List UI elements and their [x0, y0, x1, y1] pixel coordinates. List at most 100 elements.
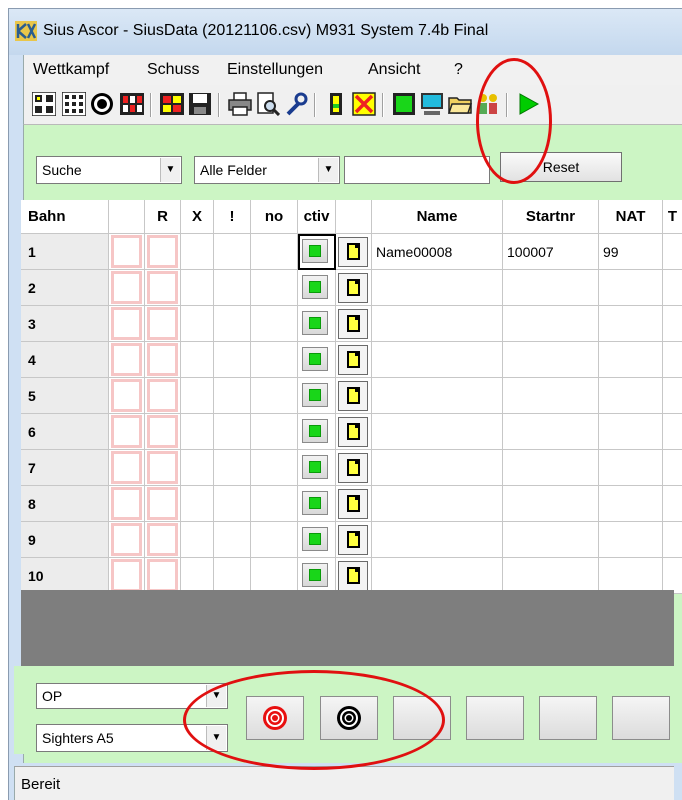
col-header-bahn[interactable]: Bahn [21, 200, 109, 234]
print-preview-icon[interactable] [256, 92, 280, 116]
table-row[interactable]: 10 [21, 558, 682, 594]
name-cell[interactable] [372, 342, 503, 378]
doc-cell[interactable] [336, 450, 372, 486]
col-header-name[interactable]: Name [372, 200, 503, 234]
edit-doc-button[interactable] [338, 309, 368, 339]
name-cell[interactable] [372, 486, 503, 522]
marker-cell[interactable] [109, 486, 145, 522]
marker-cell[interactable] [109, 342, 145, 378]
table-row[interactable]: 7 [21, 450, 682, 486]
col-header-no[interactable]: no [251, 200, 298, 234]
name-cell[interactable] [372, 270, 503, 306]
r-cell[interactable] [145, 270, 181, 306]
active-toggle-button[interactable] [302, 383, 328, 407]
active-toggle-button[interactable] [302, 563, 328, 587]
marker-cell[interactable] [109, 414, 145, 450]
active-toggle-button[interactable] [302, 455, 328, 479]
edit-doc-button[interactable] [338, 417, 368, 447]
red-grid-icon[interactable] [160, 92, 184, 116]
wrench-icon[interactable] [284, 92, 308, 116]
r-cell[interactable] [145, 342, 181, 378]
play-icon[interactable] [516, 92, 540, 116]
startnr-cell[interactable] [503, 522, 599, 558]
active-toggle-button[interactable] [302, 419, 328, 443]
active-cell[interactable] [298, 270, 336, 306]
startnr-cell[interactable] [503, 414, 599, 450]
startnr-cell[interactable] [503, 450, 599, 486]
active-cell[interactable] [298, 306, 336, 342]
marker-cell[interactable] [109, 270, 145, 306]
monitor-icon[interactable] [420, 92, 444, 116]
menu-ansicht[interactable]: Ansicht [368, 61, 420, 79]
col-header-exclamation[interactable]: ! [214, 200, 251, 234]
yellow-bar-icon[interactable] [324, 92, 348, 116]
sighters-select[interactable]: Sighters A5 ▼ [36, 724, 228, 752]
col-header-active[interactable]: ctiv [298, 200, 336, 234]
people-icon[interactable] [476, 92, 500, 116]
doc-cell[interactable] [336, 378, 372, 414]
nat-cell[interactable]: 99 [599, 234, 663, 270]
r-cell[interactable] [145, 450, 181, 486]
active-toggle-button[interactable] [302, 275, 328, 299]
edit-doc-button[interactable] [338, 345, 368, 375]
edit-doc-button[interactable] [338, 525, 368, 555]
doc-cell[interactable] [336, 414, 372, 450]
doc-cell[interactable] [336, 486, 372, 522]
menu-help[interactable]: ? [454, 61, 463, 79]
col-header-t[interactable]: T [663, 200, 682, 234]
active-cell[interactable] [298, 450, 336, 486]
name-cell[interactable]: Name00008 [372, 234, 503, 270]
edit-doc-button[interactable] [338, 489, 368, 519]
menu-wettkampf[interactable]: Wettkampf [33, 61, 109, 79]
startnr-cell[interactable] [503, 558, 599, 594]
target-icon[interactable] [90, 92, 114, 116]
doc-cell[interactable] [336, 234, 372, 270]
table-row[interactable]: 6 [21, 414, 682, 450]
red-target-button[interactable] [246, 696, 304, 740]
name-cell[interactable] [372, 522, 503, 558]
color-grid-icon[interactable] [120, 92, 144, 116]
r-cell[interactable] [145, 306, 181, 342]
col-header-x[interactable]: X [181, 200, 214, 234]
chevron-down-icon[interactable]: ▼ [318, 158, 338, 182]
col-header-nat[interactable]: NAT [599, 200, 663, 234]
r-cell[interactable] [145, 558, 181, 594]
name-cell[interactable] [372, 414, 503, 450]
r-cell[interactable] [145, 378, 181, 414]
startnr-cell[interactable] [503, 378, 599, 414]
active-toggle-button[interactable] [302, 239, 328, 263]
search-input[interactable] [344, 156, 490, 184]
print-icon[interactable] [228, 92, 252, 116]
name-cell[interactable] [372, 558, 503, 594]
marker-cell[interactable] [109, 522, 145, 558]
chevron-down-icon[interactable]: ▼ [206, 726, 226, 750]
active-cell[interactable] [298, 414, 336, 450]
menu-schuss[interactable]: Schuss [147, 61, 199, 79]
nat-cell[interactable] [599, 450, 663, 486]
nat-cell[interactable] [599, 414, 663, 450]
edit-doc-button[interactable] [338, 381, 368, 411]
table-row[interactable]: 8 [21, 486, 682, 522]
chevron-down-icon[interactable]: ▼ [160, 158, 180, 182]
name-cell[interactable] [372, 450, 503, 486]
edit-doc-button[interactable] [338, 561, 368, 591]
r-cell[interactable] [145, 234, 181, 270]
empty-button-2[interactable] [466, 696, 524, 740]
active-toggle-button[interactable] [302, 527, 328, 551]
table-row[interactable]: 3 [21, 306, 682, 342]
table-row[interactable]: 9 [21, 522, 682, 558]
active-cell[interactable] [298, 378, 336, 414]
active-cell[interactable] [298, 522, 336, 558]
nat-cell[interactable] [599, 306, 663, 342]
startnr-cell[interactable] [503, 270, 599, 306]
r-cell[interactable] [145, 414, 181, 450]
startnr-cell[interactable]: 100007 [503, 234, 599, 270]
reset-button[interactable]: Reset [500, 152, 622, 182]
grid-4-icon[interactable] [32, 92, 56, 116]
nat-cell[interactable] [599, 486, 663, 522]
stop-icon[interactable] [352, 92, 376, 116]
edit-doc-button[interactable] [338, 273, 368, 303]
table-row[interactable]: 5 [21, 378, 682, 414]
empty-button-3[interactable] [539, 696, 597, 740]
col-header-blank[interactable] [109, 200, 145, 234]
